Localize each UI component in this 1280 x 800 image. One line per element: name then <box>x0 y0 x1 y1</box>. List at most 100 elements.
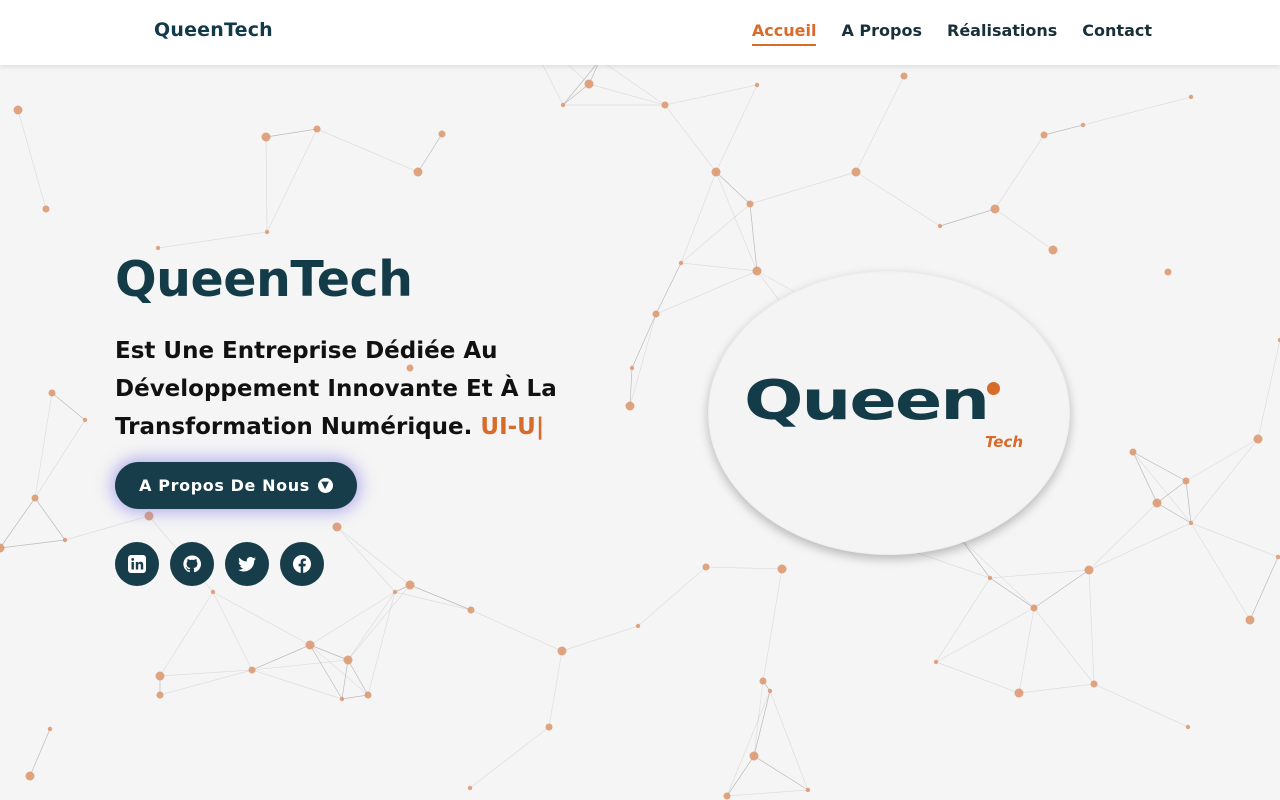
network-link <box>266 128 318 233</box>
network-link <box>715 171 758 272</box>
network-link <box>664 104 717 173</box>
network-link <box>1033 607 1095 685</box>
network-node <box>661 101 669 109</box>
network-link <box>1018 607 1035 694</box>
network-link <box>1093 683 1189 728</box>
network-node <box>305 640 315 650</box>
network-node <box>0 543 5 553</box>
network-node <box>635 623 641 629</box>
network-link <box>1033 569 1090 609</box>
network-link <box>347 659 369 696</box>
network-link <box>1249 556 1279 621</box>
network-link <box>0 497 36 549</box>
network-link <box>715 171 751 205</box>
network-node <box>48 389 56 397</box>
network-node <box>13 105 23 115</box>
network-link <box>347 591 396 661</box>
network-link <box>637 566 707 627</box>
network-link <box>1018 683 1095 694</box>
network-link <box>159 669 253 696</box>
network-link <box>0 539 66 549</box>
network-node <box>31 494 39 502</box>
network-link <box>855 171 941 227</box>
network-link <box>726 789 809 797</box>
network-link <box>753 755 809 791</box>
network-link <box>769 690 809 791</box>
twitter-button[interactable] <box>225 542 269 586</box>
network-node <box>364 691 372 699</box>
hero-title: QueenTech <box>115 251 413 308</box>
logo-circle: Queen Tech <box>708 271 1070 555</box>
network-link <box>1185 480 1192 524</box>
network-link <box>1132 451 1187 482</box>
about-us-button-label: A Propos De Nous <box>139 476 310 495</box>
linkedin-button[interactable] <box>115 542 159 586</box>
network-link <box>705 566 783 570</box>
network-node <box>987 575 993 581</box>
network-node <box>1164 268 1172 276</box>
network-link <box>939 208 996 227</box>
network-node <box>210 589 216 595</box>
network-node <box>1188 94 1194 100</box>
network-link <box>212 591 253 671</box>
network-link <box>1088 569 1095 685</box>
network-link <box>994 134 1045 210</box>
network-link <box>265 136 268 233</box>
network-node <box>1129 448 1137 456</box>
twitter-icon <box>238 556 256 572</box>
arrow-circle-down-icon: ▼ <box>317 478 333 493</box>
network-link <box>157 231 268 249</box>
network-node <box>629 365 635 371</box>
network-node <box>332 522 342 532</box>
network-link <box>341 694 369 700</box>
network-link <box>1088 522 1192 571</box>
github-button[interactable] <box>170 542 214 586</box>
logo-accent-dot <box>987 382 1000 395</box>
network-link <box>367 591 396 696</box>
facebook-button[interactable] <box>280 542 324 586</box>
typed-text: UI-U| <box>480 414 545 440</box>
network-link <box>159 669 253 677</box>
network-node <box>1275 554 1280 560</box>
network-link <box>749 171 857 205</box>
nav-a-propos[interactable]: A Propos <box>841 21 922 46</box>
network-node <box>625 401 635 411</box>
about-us-button[interactable]: A Propos De Nous ▼ <box>115 462 357 509</box>
network-link <box>251 669 343 700</box>
network-node <box>62 537 68 543</box>
network-node <box>1090 680 1098 688</box>
nav-accueil[interactable]: Accueil <box>751 21 817 46</box>
network-link <box>469 726 550 789</box>
network-link <box>989 577 1035 609</box>
network-link <box>1257 339 1280 440</box>
social-links <box>115 542 324 586</box>
network-link <box>1185 438 1259 482</box>
network-node <box>1188 520 1194 526</box>
network-link <box>29 728 51 777</box>
network-node <box>937 223 943 229</box>
network-link <box>34 392 53 499</box>
nav-contact[interactable]: Contact <box>1082 21 1152 46</box>
network-link <box>1043 124 1084 136</box>
network-node <box>723 792 731 800</box>
brand-logo-text[interactable]: QueenTech <box>154 19 273 41</box>
network-link <box>762 568 783 682</box>
network-link <box>1156 480 1187 504</box>
network-node <box>47 726 53 732</box>
network-link <box>935 577 991 663</box>
network-node <box>1040 131 1048 139</box>
nav-realisations[interactable]: Réalisations <box>947 21 1057 46</box>
network-node <box>155 671 165 681</box>
network-link <box>309 644 349 661</box>
network-link <box>336 526 396 593</box>
network-node <box>933 659 939 665</box>
network-node <box>584 79 594 89</box>
network-node <box>339 696 345 702</box>
network-node <box>754 82 760 88</box>
network-node <box>82 417 88 423</box>
network-link <box>629 313 657 407</box>
network-node <box>413 167 423 177</box>
network-link <box>251 644 311 671</box>
network-link <box>599 59 666 106</box>
network-link <box>1082 96 1192 126</box>
